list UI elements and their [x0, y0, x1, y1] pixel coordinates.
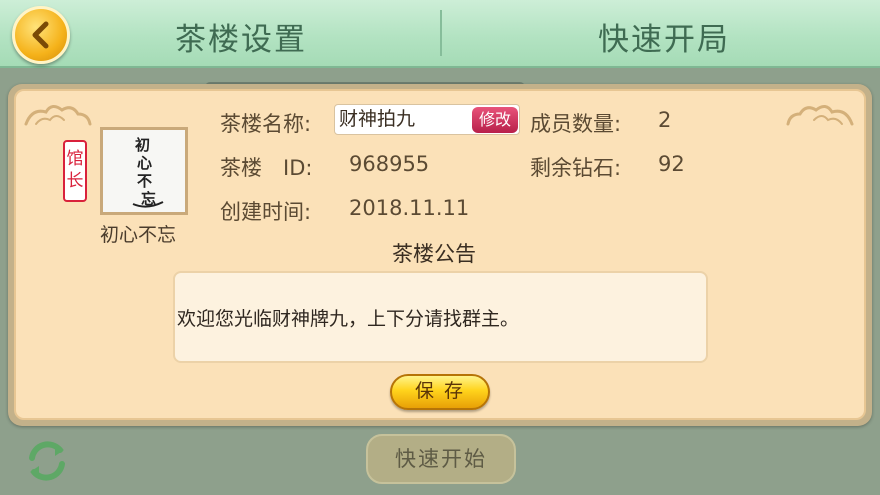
teahouse-name-label: 茶楼名称:	[220, 112, 312, 136]
header-divider	[440, 10, 442, 56]
svg-text:不: 不	[137, 172, 152, 190]
notice-textarea[interactable]: 欢迎您光临财神牌九，上下分请找群主。	[173, 271, 708, 363]
created-time-value: 2018.11.11	[349, 196, 470, 220]
quick-start-button[interactable]: 快速开始	[366, 434, 516, 484]
tab-quick-start[interactable]: 快速开局	[598, 14, 730, 59]
owner-badge: 馆长	[63, 140, 87, 202]
diamonds-label: 剩余钻石:	[530, 156, 622, 180]
owner-name: 初心不忘	[100, 224, 177, 246]
edit-name-button[interactable]: 修改	[472, 107, 518, 133]
avatar: 初 心 不 忘	[100, 127, 188, 215]
refresh-icon[interactable]	[22, 436, 72, 486]
member-count-value: 2	[658, 108, 672, 132]
svg-text:初: 初	[135, 136, 150, 154]
member-count-label: 成员数量:	[530, 112, 622, 136]
chevron-left-icon	[32, 21, 49, 49]
created-time-label: 创建时间:	[220, 200, 312, 224]
cloud-ornament-left-icon	[24, 105, 92, 126]
cloud-ornament-right-icon	[786, 105, 854, 126]
save-button[interactable]: 保存	[390, 374, 490, 410]
notice-title: 茶楼公告	[392, 242, 476, 266]
back-button[interactable]	[12, 6, 70, 64]
calligraphy-avatar-icon: 初 心 不 忘	[132, 136, 164, 208]
top-header: 茶楼设置 快速开局	[0, 0, 880, 68]
svg-text:心: 心	[137, 154, 152, 172]
teahouse-id-value: 968955	[349, 152, 430, 176]
teahouse-id-label: 茶楼 ID:	[220, 156, 313, 180]
tab-teahouse-settings[interactable]: 茶楼设置	[175, 14, 307, 59]
diamonds-value: 92	[658, 152, 685, 176]
